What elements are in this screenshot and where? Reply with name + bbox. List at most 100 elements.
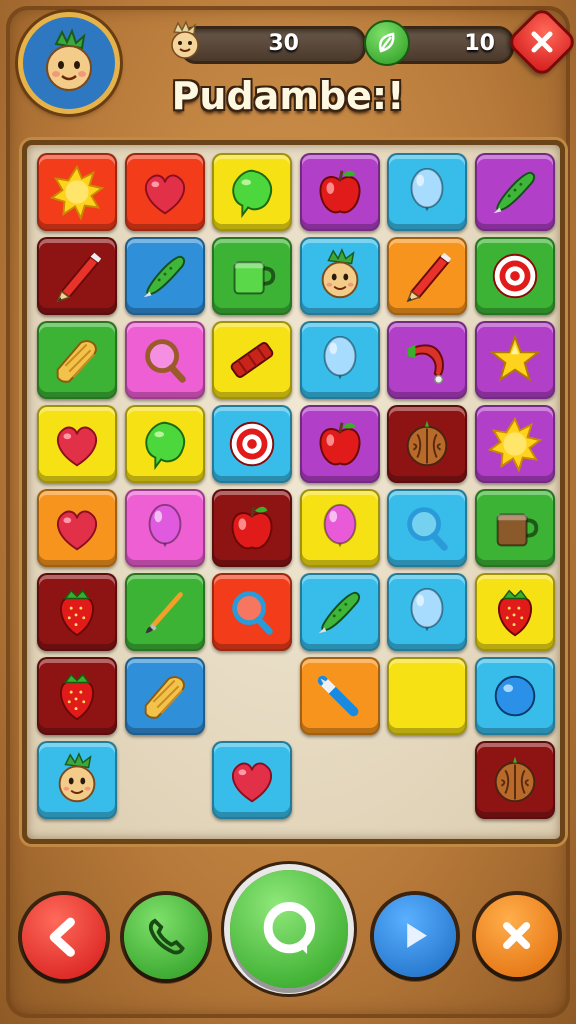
score-mascot-icon bbox=[164, 20, 206, 62]
tile-r2-c0[interactable] bbox=[37, 321, 117, 399]
tile-r0-c3[interactable] bbox=[299, 153, 380, 231]
close-button[interactable] bbox=[476, 895, 558, 977]
horn-icon bbox=[407, 344, 444, 384]
tile-r5-c0[interactable] bbox=[37, 573, 117, 651]
tile-r3-c4[interactable] bbox=[387, 405, 467, 483]
paintbrush-icon bbox=[145, 592, 183, 634]
tile-r0-c2[interactable] bbox=[212, 153, 292, 231]
tile-r6-c3[interactable] bbox=[299, 657, 380, 735]
tile-r4-c3[interactable] bbox=[299, 489, 380, 567]
target-icon bbox=[229, 421, 275, 467]
balloon-icon bbox=[323, 335, 356, 380]
leaf-icon bbox=[144, 421, 185, 471]
heart-icon bbox=[56, 426, 98, 467]
tile-r2-c1[interactable] bbox=[124, 321, 205, 399]
tile-r0-c5[interactable] bbox=[474, 153, 555, 231]
walnut-icon bbox=[494, 756, 535, 803]
magnifier-icon bbox=[144, 339, 186, 383]
tile-r5-c1[interactable] bbox=[124, 573, 205, 651]
bread-icon bbox=[56, 340, 97, 383]
tile-r3-c0[interactable] bbox=[37, 405, 117, 483]
ball-icon bbox=[494, 675, 535, 717]
balloon-icon bbox=[410, 587, 444, 632]
tile-r4-c5[interactable] bbox=[474, 489, 555, 567]
tile-r1-c2[interactable] bbox=[212, 237, 292, 315]
level-title: Pudambe:! bbox=[171, 74, 405, 118]
tile-r5-c4[interactable] bbox=[387, 573, 467, 651]
heart-icon bbox=[231, 762, 273, 803]
tile-r3-c2[interactable] bbox=[212, 405, 292, 483]
tile-r1-c0[interactable] bbox=[37, 237, 117, 315]
tile-r0-c0[interactable] bbox=[37, 153, 117, 231]
apple-icon bbox=[319, 170, 360, 214]
tile-r7-c5[interactable] bbox=[474, 741, 555, 819]
sun-icon bbox=[487, 416, 542, 473]
score-value: 30 bbox=[268, 31, 299, 56]
game-board bbox=[22, 140, 565, 844]
heart-icon bbox=[144, 174, 185, 215]
score-bar: 30 bbox=[180, 26, 366, 64]
apple-icon bbox=[231, 506, 273, 550]
magnifier-icon bbox=[232, 591, 273, 635]
chevron-left-icon bbox=[49, 917, 75, 957]
tile-r6-c1[interactable] bbox=[124, 657, 205, 735]
cucumber-icon bbox=[143, 255, 185, 298]
tile-r3-c3[interactable] bbox=[299, 405, 380, 483]
apple-icon bbox=[319, 422, 360, 466]
tile-r4-c2[interactable] bbox=[212, 489, 292, 567]
tile-r2-c4[interactable] bbox=[387, 321, 467, 399]
mug-icon bbox=[496, 513, 538, 547]
tile-r7-c0[interactable] bbox=[37, 741, 117, 819]
tile-r6-c4[interactable] bbox=[387, 657, 467, 735]
strawberry-icon bbox=[497, 589, 532, 637]
moves-leaf-icon bbox=[364, 20, 410, 66]
tile-r0-c1[interactable] bbox=[124, 153, 205, 231]
play-icon bbox=[407, 923, 428, 949]
chat-icon bbox=[263, 901, 315, 954]
pencil-icon bbox=[56, 252, 102, 303]
balloon-icon bbox=[410, 167, 444, 212]
tile-r7-c2[interactable] bbox=[212, 741, 292, 819]
leaf-icon bbox=[232, 169, 272, 219]
chat-button[interactable] bbox=[230, 870, 348, 988]
tile-r5-c5[interactable] bbox=[474, 573, 555, 651]
tile-r1-c3[interactable] bbox=[299, 237, 380, 315]
tile-r1-c5[interactable] bbox=[474, 237, 555, 315]
cucumber-icon bbox=[493, 171, 535, 214]
tile-r3-c5[interactable] bbox=[474, 405, 555, 483]
pen-icon bbox=[317, 675, 358, 717]
tile-r3-c1[interactable] bbox=[124, 405, 205, 483]
tile-r5-c2[interactable] bbox=[212, 573, 292, 651]
tile-r4-c4[interactable] bbox=[387, 489, 467, 567]
play-button[interactable] bbox=[374, 895, 456, 977]
sun-icon bbox=[49, 164, 105, 221]
dynamite-icon bbox=[230, 342, 274, 378]
bread-icon bbox=[144, 676, 185, 719]
tile-r2-c3[interactable] bbox=[299, 321, 380, 399]
phone-button[interactable] bbox=[124, 895, 208, 979]
target-icon bbox=[492, 253, 537, 299]
mascot-icon bbox=[321, 248, 358, 299]
pencil-icon bbox=[406, 252, 452, 303]
close-icon bbox=[503, 922, 531, 950]
close-icon bbox=[531, 31, 553, 53]
tile-r1-c4[interactable] bbox=[387, 237, 467, 315]
back-button[interactable] bbox=[22, 895, 106, 979]
strawberry-icon bbox=[59, 589, 95, 637]
strawberry-icon bbox=[59, 673, 95, 721]
tile-r4-c0[interactable] bbox=[37, 489, 117, 567]
tile-r2-c5[interactable] bbox=[474, 321, 555, 399]
tile-r5-c3[interactable] bbox=[299, 573, 380, 651]
walnut-icon bbox=[406, 420, 448, 467]
cucumber-icon bbox=[318, 591, 360, 634]
tile-r4-c1[interactable] bbox=[124, 489, 205, 567]
star-icon bbox=[488, 334, 541, 382]
tile-r6-c5[interactable] bbox=[474, 657, 555, 735]
tile-r6-c0[interactable] bbox=[37, 657, 117, 735]
heart-icon bbox=[56, 510, 98, 551]
tile-r2-c2[interactable] bbox=[212, 321, 292, 399]
tile-r0-c4[interactable] bbox=[387, 153, 467, 231]
balloon-icon bbox=[323, 503, 356, 548]
tile-r1-c1[interactable] bbox=[124, 237, 205, 315]
mug-icon bbox=[233, 261, 276, 295]
